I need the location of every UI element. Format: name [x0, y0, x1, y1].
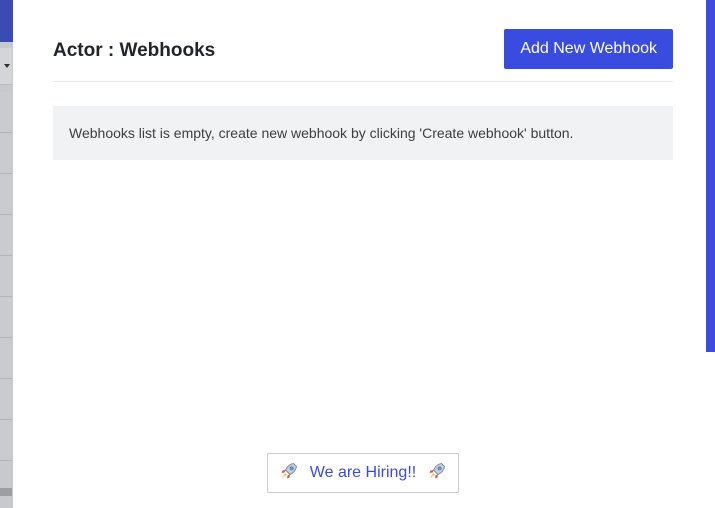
page: Actor : Webhooks Add New Webhook Webhook…: [0, 0, 715, 508]
background-list: [0, 92, 12, 461]
background-row[interactable]: [0, 420, 12, 461]
background-row[interactable]: [0, 92, 12, 133]
drawer-scrollbar-thumb[interactable]: [706, 0, 715, 352]
caret-down-icon: [4, 64, 10, 68]
we-are-hiring-button[interactable]: We are Hiring!!: [267, 453, 459, 493]
background-row[interactable]: [0, 256, 12, 297]
rocket-icon: [281, 463, 298, 479]
background-row[interactable]: [0, 215, 12, 256]
background-row[interactable]: [0, 379, 12, 420]
empty-state-message: Webhooks list is empty, create new webho…: [53, 106, 673, 160]
background-row[interactable]: [0, 133, 12, 174]
rocket-icon: [429, 463, 445, 479]
background-row[interactable]: [0, 174, 12, 215]
background-row[interactable]: [0, 297, 12, 338]
drawer-scrollbar-track[interactable]: [706, 352, 715, 508]
add-new-webhook-button[interactable]: Add New Webhook: [504, 29, 673, 69]
hiring-label: We are Hiring!!: [309, 464, 417, 481]
page-title: Actor : Webhooks: [53, 40, 216, 61]
background-scroll-thumb: [0, 488, 12, 496]
background-row[interactable]: [0, 338, 12, 379]
webhooks-drawer: Actor : Webhooks Add New Webhook Webhook…: [13, 0, 706, 508]
drawer-header: Actor : Webhooks Add New Webhook: [53, 28, 673, 82]
